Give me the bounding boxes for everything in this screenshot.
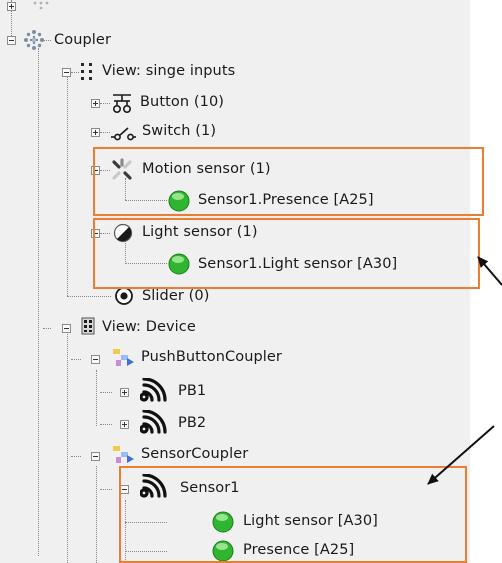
annotation-arrow — [427, 425, 495, 485]
annotation-arrows — [427, 256, 502, 485]
annotation-arrow — [477, 256, 502, 286]
